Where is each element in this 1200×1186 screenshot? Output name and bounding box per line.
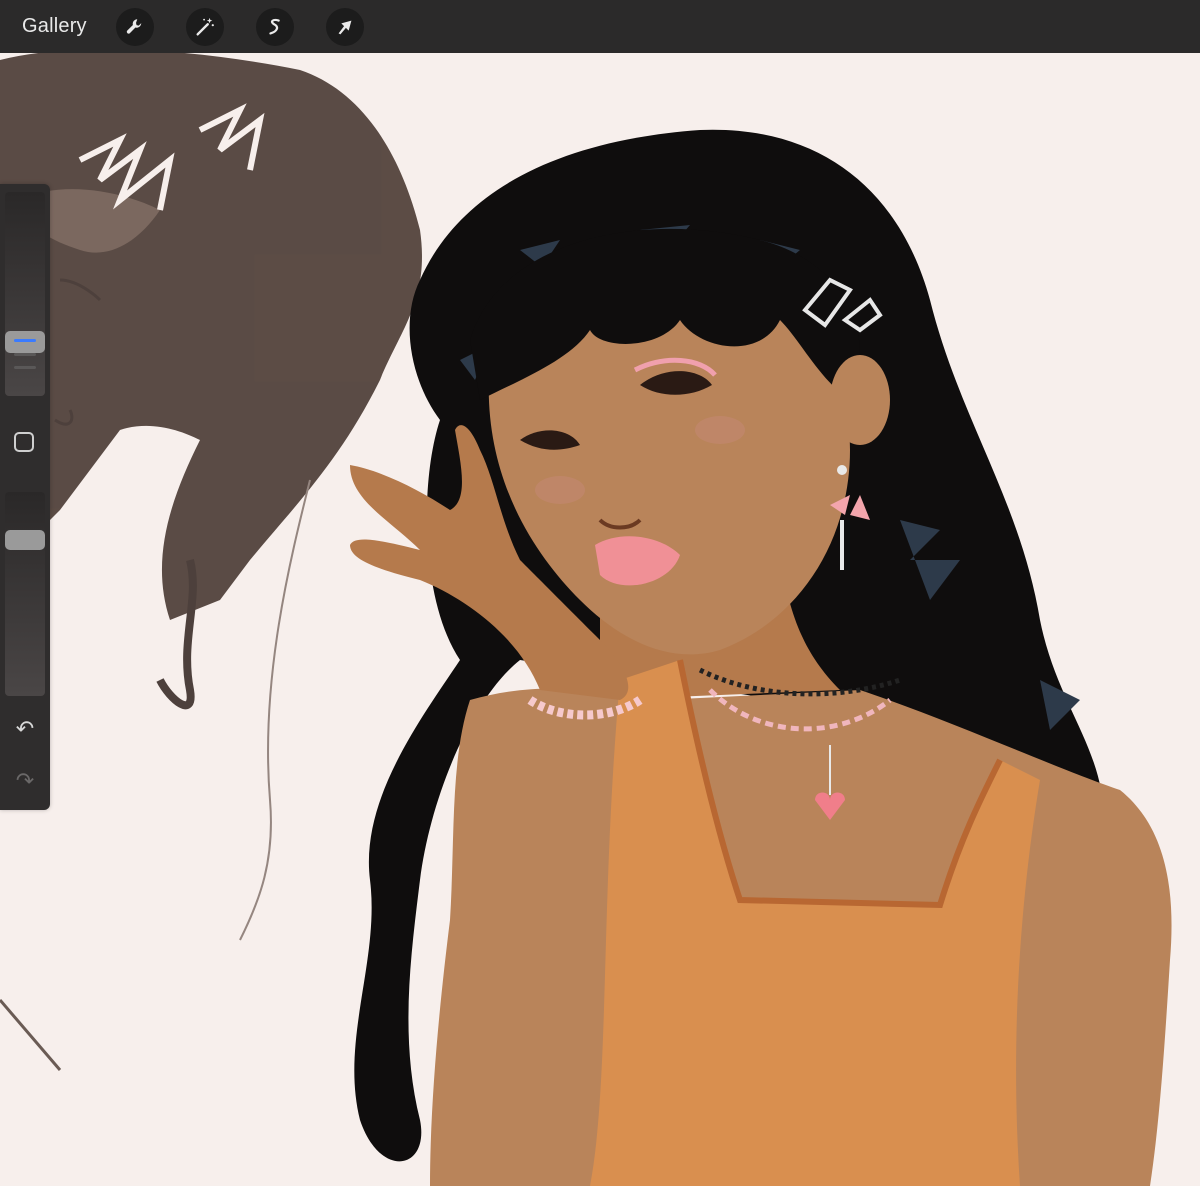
brush-size-thumb[interactable] bbox=[5, 331, 45, 353]
square-modify-icon[interactable] bbox=[14, 432, 34, 452]
selection-s-icon bbox=[269, 18, 280, 35]
brush-sidebar: ↶ ↷ bbox=[0, 184, 50, 810]
selection-button[interactable] bbox=[256, 8, 294, 46]
actions-wrench-button[interactable] bbox=[116, 8, 154, 46]
brush-size-indicator bbox=[14, 339, 36, 342]
opacity-slider[interactable] bbox=[5, 492, 45, 696]
arrow-cursor-icon bbox=[338, 20, 352, 35]
brush-size-mark bbox=[14, 353, 36, 356]
drawing-canvas[interactable] bbox=[0, 53, 1200, 1186]
background-sketch bbox=[0, 53, 422, 1071]
artwork-illustration bbox=[0, 53, 1172, 1186]
adjustments-button[interactable] bbox=[186, 8, 224, 46]
redo-arrow-icon[interactable]: ↷ bbox=[12, 768, 38, 793]
transform-button[interactable] bbox=[326, 8, 364, 46]
top-toolbar: Gallery bbox=[0, 0, 1200, 53]
magic-wand-icon bbox=[196, 17, 214, 36]
gallery-button[interactable]: Gallery bbox=[22, 15, 87, 38]
wrench-icon bbox=[126, 19, 142, 34]
brush-size-mark bbox=[14, 366, 36, 369]
ear bbox=[830, 355, 890, 445]
opacity-thumb[interactable] bbox=[5, 530, 45, 550]
undo-arrow-icon[interactable]: ↶ bbox=[12, 716, 38, 741]
